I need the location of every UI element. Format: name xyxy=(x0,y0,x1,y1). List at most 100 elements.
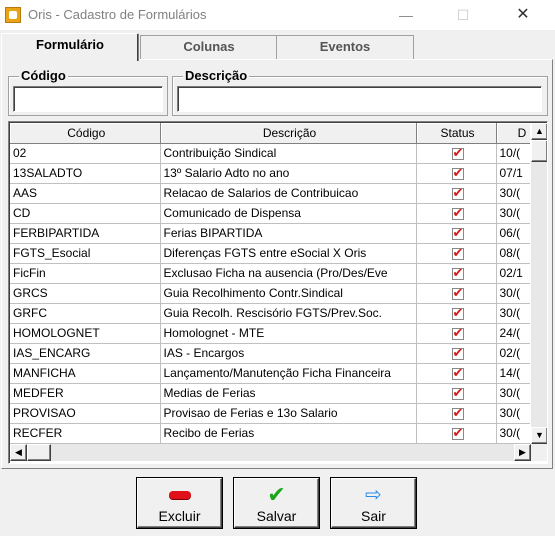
cell-status[interactable] xyxy=(416,343,497,364)
status-checkbox-icon[interactable] xyxy=(451,325,464,341)
status-checkbox-icon[interactable] xyxy=(451,365,464,381)
table-row[interactable]: PROVISAO Provisao de Ferias e 13o Salario… xyxy=(10,403,530,424)
table-row[interactable]: FGTS_Esocial Diferenças FGTS entre eSocia… xyxy=(10,243,530,264)
scroll-left-icon[interactable]: ◀ xyxy=(10,444,27,461)
status-checkbox-icon[interactable] xyxy=(451,245,464,261)
close-button[interactable]: ✕ xyxy=(500,0,546,30)
table-row[interactable]: MEDFERMedias de Ferias 30/( xyxy=(10,383,530,404)
table-row[interactable]: GRCSGuia Recolhimento Contr.Sindical 30/( xyxy=(10,283,530,304)
cell-codigo: MEDFER xyxy=(10,383,161,404)
cell-d: 14/( xyxy=(496,363,530,384)
cell-status[interactable] xyxy=(416,423,497,444)
status-checkbox-icon[interactable] xyxy=(451,425,464,441)
table-row[interactable]: FicFin Exclusao Ficha na ausencia (Pro/De… xyxy=(10,263,530,284)
cell-codigo: CD xyxy=(10,203,161,224)
status-checkbox-icon[interactable] xyxy=(451,265,464,281)
tab-formulario[interactable]: Formulário xyxy=(1,33,139,61)
vertical-scroll-thumb[interactable] xyxy=(531,140,547,162)
table-row[interactable]: FERBIPARTIDAFerias BIPARTIDA 06/( xyxy=(10,223,530,244)
horizontal-scroll-thumb[interactable] xyxy=(27,444,51,461)
cell-status[interactable] xyxy=(416,403,497,424)
codigo-input[interactable] xyxy=(13,86,163,112)
status-checkbox-icon[interactable] xyxy=(451,405,464,421)
cell-status[interactable] xyxy=(416,183,497,204)
cell-status[interactable] xyxy=(416,263,497,284)
column-header-codigo[interactable]: Código xyxy=(10,123,161,144)
column-header-descricao[interactable]: Descrição xyxy=(160,123,417,144)
formularios-grid[interactable]: Código Descrição Status D 02 Contribuição… xyxy=(8,121,548,464)
excluir-label: Excluir xyxy=(158,508,201,524)
sair-button[interactable]: ⇨ Sair xyxy=(331,478,416,528)
cell-codigo: AAS xyxy=(10,183,161,204)
table-row[interactable]: RECFERRecibo de Ferias 30/( xyxy=(10,423,530,444)
app-window: Oris - Cadastro de Formulários — ☐ ✕ Col… xyxy=(0,0,555,536)
descricao-input[interactable] xyxy=(177,86,542,112)
cell-status[interactable] xyxy=(416,143,497,164)
status-checkbox-icon[interactable] xyxy=(451,345,464,361)
status-checkbox-icon[interactable] xyxy=(451,285,464,301)
status-checkbox-icon[interactable] xyxy=(451,225,464,241)
table-row[interactable]: 13SALADTO13º Salario Adto no ano 07/1 xyxy=(10,163,530,184)
cell-descricao: 13º Salario Adto no ano xyxy=(160,163,417,184)
descricao-label: Descrição xyxy=(183,68,250,83)
cell-d: 30/( xyxy=(496,383,530,404)
status-checkbox-icon[interactable] xyxy=(451,185,464,201)
codigo-label: Código xyxy=(19,68,68,83)
cell-codigo: MANFICHA xyxy=(10,363,161,384)
cell-descricao: Contribuição Sindical xyxy=(160,143,417,164)
horizontal-scrollbar[interactable]: ◀ ▶ xyxy=(10,444,531,461)
cell-d: 24/( xyxy=(496,323,530,344)
column-header-d[interactable]: D xyxy=(496,123,530,144)
table-row[interactable]: CDComunicado de Dispensa 30/( xyxy=(10,203,530,224)
table-row[interactable]: IAS_ENCARGIAS - Encargos 02/( xyxy=(10,343,530,364)
status-checkbox-icon[interactable] xyxy=(451,165,464,181)
cell-d: 30/( xyxy=(496,403,530,424)
cell-descricao: Recibo de Ferias xyxy=(160,423,417,444)
cell-status[interactable] xyxy=(416,203,497,224)
excluir-button[interactable]: Excluir xyxy=(137,478,222,528)
cell-descricao: Homolognet - MTE xyxy=(160,323,417,344)
table-row[interactable]: HOMOLOGNETHomolognet - MTE 24/( xyxy=(10,323,530,344)
scroll-corner xyxy=(531,444,547,461)
scroll-down-icon[interactable]: ▼ xyxy=(531,427,547,444)
scroll-up-icon[interactable]: ▲ xyxy=(531,123,547,140)
cell-codigo: GRFC xyxy=(10,303,161,324)
cell-status[interactable] xyxy=(416,223,497,244)
cell-status[interactable] xyxy=(416,303,497,324)
status-checkbox-icon[interactable] xyxy=(451,385,464,401)
grid-table: Código Descrição Status D 02 Contribuição… xyxy=(10,123,530,444)
cell-d: 02/( xyxy=(496,343,530,364)
cell-status[interactable] xyxy=(416,383,497,404)
tab-colunas[interactable]: Colunas xyxy=(140,35,278,59)
cell-status[interactable] xyxy=(416,363,497,384)
cell-status[interactable] xyxy=(416,163,497,184)
maximize-button[interactable]: ☐ xyxy=(440,0,486,30)
cell-d: 30/( xyxy=(496,283,530,304)
vertical-scrollbar[interactable]: ▲ ▼ xyxy=(531,123,547,444)
table-row[interactable]: GRFC Guia Recolh. Rescisório FGTS/Prev.So… xyxy=(10,303,530,324)
grid-viewport: Código Descrição Status D 02 Contribuição… xyxy=(10,123,530,444)
cell-status[interactable] xyxy=(416,323,497,344)
cell-status[interactable] xyxy=(416,243,497,264)
cell-d: 06/( xyxy=(496,223,530,244)
cell-descricao: Comunicado de Dispensa xyxy=(160,203,417,224)
cell-status[interactable] xyxy=(416,283,497,304)
minimize-button[interactable]: — xyxy=(383,0,429,30)
cell-descricao: Guia Recolhimento Contr.Sindical xyxy=(160,283,417,304)
cell-codigo: GRCS xyxy=(10,283,161,304)
table-row[interactable]: AASRelacao de Salarios de Contribuicao 30… xyxy=(10,183,530,204)
tab-eventos[interactable]: Eventos xyxy=(276,35,414,59)
salvar-button[interactable]: ✔ Salvar xyxy=(234,478,319,528)
table-row[interactable]: MANFICHA Lançamento/Manutenção Ficha Fina… xyxy=(10,363,530,384)
arrow-right-icon: ⇨ xyxy=(365,484,382,506)
grid-body: 02Contribuição Sindical10/(13SALADTO13º … xyxy=(10,143,530,444)
column-header-status[interactable]: Status xyxy=(416,123,497,144)
status-checkbox-icon[interactable] xyxy=(451,305,464,321)
status-checkbox-icon[interactable] xyxy=(451,145,464,161)
status-checkbox-icon[interactable] xyxy=(451,205,464,221)
window-title: Oris - Cadastro de Formulários xyxy=(28,7,207,22)
codigo-group: Código xyxy=(8,68,168,116)
table-row[interactable]: 02Contribuição Sindical 10/( xyxy=(10,143,530,164)
scroll-right-icon[interactable]: ▶ xyxy=(514,444,531,461)
cell-codigo: RECFER xyxy=(10,423,161,444)
